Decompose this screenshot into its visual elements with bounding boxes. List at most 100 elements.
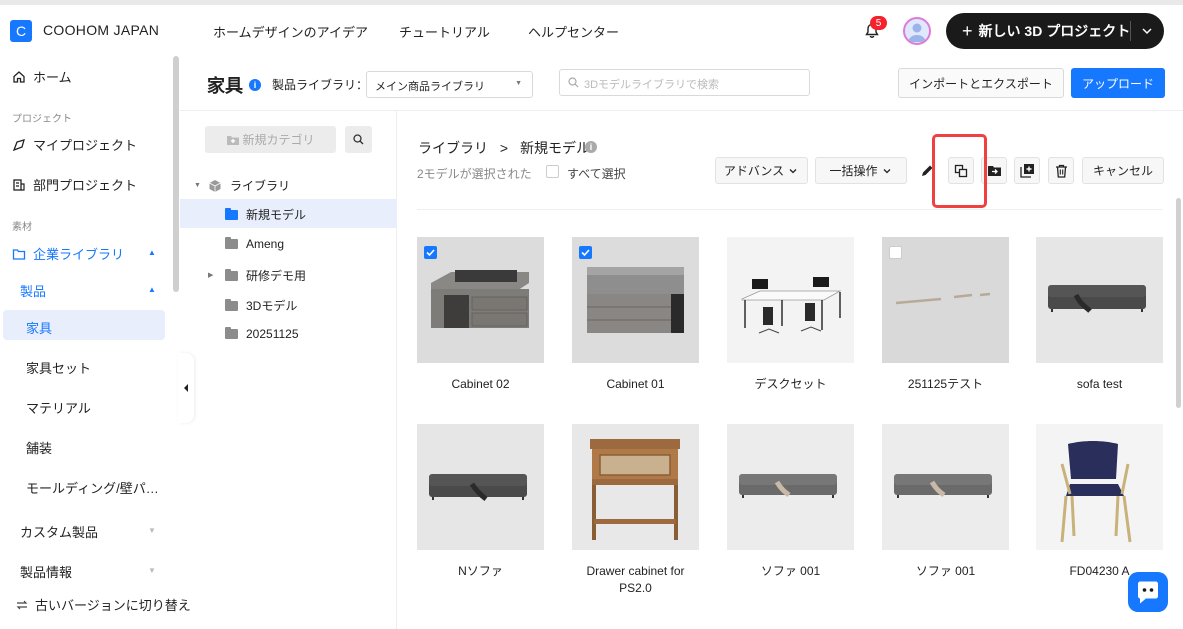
tree-item-new-model[interactable]: 新規モデル	[225, 206, 306, 223]
sidebar-item-products[interactable]: 製品	[20, 281, 46, 300]
model-checkbox[interactable]	[889, 246, 902, 259]
model-thumbnail[interactable]	[572, 237, 699, 363]
tree-item-ameng[interactable]: Ameng	[225, 237, 284, 251]
sidebar-item-dept-project[interactable]: 部門プロジェクト	[12, 175, 137, 194]
chat-support-button[interactable]	[1128, 572, 1168, 612]
sidebar-item-custom-products[interactable]: カスタム製品	[20, 522, 98, 541]
sidebar-item-product-info[interactable]: 製品情報	[20, 562, 72, 581]
model-name: ソファ 001	[915, 564, 976, 578]
sofa-image	[727, 424, 854, 550]
brand-name[interactable]: COOHOM JAPAN	[43, 22, 159, 38]
search-icon	[353, 134, 364, 145]
select-all-checkbox[interactable]	[546, 165, 559, 178]
main-scrollbar[interactable]	[1176, 198, 1181, 408]
tree-item-label: ライブラリ	[230, 179, 291, 193]
model-card[interactable]: デスクセット	[727, 237, 854, 393]
model-thumbnail[interactable]	[417, 237, 544, 363]
bulk-action-dropdown[interactable]: 一括操作	[815, 157, 907, 184]
add-button[interactable]	[1014, 157, 1040, 184]
compass-icon	[12, 138, 25, 151]
folder-icon	[225, 237, 238, 249]
search-icon	[568, 77, 579, 88]
switch-old-version-link[interactable]: 古いバージョンに切り替え	[16, 595, 191, 614]
model-thumbnail[interactable]	[1036, 424, 1163, 550]
model-card[interactable]: Cabinet 01	[572, 237, 699, 393]
tree-item-label: Ameng	[246, 237, 285, 251]
sidebar-item-enterprise-library[interactable]: 企業ライブラリ	[12, 244, 124, 263]
new-category-button[interactable]: 新規カテゴリ	[205, 126, 336, 153]
cancel-button[interactable]: キャンセル	[1082, 157, 1164, 184]
model-thumbnail[interactable]	[882, 237, 1009, 363]
select-all-label[interactable]: すべて選択	[567, 165, 626, 182]
section-label-project: プロジェクト	[12, 114, 72, 125]
model-card[interactable]: Drawer cabinet for PS2.0	[572, 424, 699, 597]
advanced-dropdown[interactable]: アドバンス	[715, 157, 808, 184]
model-card[interactable]: sofa test	[1036, 237, 1163, 393]
tree-item-label: 新規モデル	[246, 208, 307, 222]
info-icon[interactable]: i	[585, 141, 597, 153]
model-card[interactable]: Cabinet 02	[417, 237, 544, 393]
nav-design-ideas[interactable]: ホームデザインのアイデア	[213, 22, 368, 41]
info-icon[interactable]: i	[249, 79, 261, 91]
new-category-label: 新規カテゴリ	[242, 133, 315, 147]
bulk-action-label: 一括操作	[829, 164, 878, 178]
upload-button[interactable]: アップロード	[1071, 68, 1165, 98]
chevron-down-icon[interactable]	[1140, 24, 1154, 38]
sidebar-item-material[interactable]: マテリアル	[26, 398, 91, 417]
new-3d-project-button[interactable]: + 新しい 3D プロジェクト	[946, 13, 1164, 49]
model-card[interactable]: ソファ 001	[882, 424, 1009, 580]
chevron-down-icon	[883, 168, 890, 173]
collapse-sidebar-button[interactable]	[178, 353, 194, 423]
caret-down-icon[interactable]: ▼	[194, 182, 201, 189]
sidebar-item-molding[interactable]: モールディング/壁パ…	[26, 478, 159, 497]
caret-up-icon[interactable]: ▲	[148, 285, 156, 294]
sidebar-item-paving[interactable]: 舗装	[26, 438, 52, 457]
tree-item-training-demo[interactable]: 研修デモ用	[225, 267, 306, 284]
breadcrumb-current: 新規モデル	[519, 140, 590, 156]
model-checkbox-checked[interactable]	[579, 246, 592, 259]
model-search-input[interactable]: 3Dモデルライブラリで検索	[559, 69, 810, 96]
model-thumbnail[interactable]	[882, 424, 1009, 550]
model-thumbnail[interactable]	[727, 237, 854, 363]
caret-right-icon[interactable]: ▶	[208, 271, 213, 279]
caret-up-icon[interactable]: ▲	[148, 248, 156, 257]
highlight-box	[932, 134, 987, 208]
model-card[interactable]: ソファ 001	[727, 424, 854, 580]
delete-button[interactable]	[1048, 157, 1074, 184]
caret-down-icon[interactable]: ▼	[148, 526, 156, 535]
tree-item-3d-model[interactable]: 3Dモデル	[225, 297, 297, 314]
nav-help-center[interactable]: ヘルプセンター	[528, 22, 619, 41]
page-title: 家具	[207, 76, 243, 96]
model-name: デスクセット	[754, 377, 827, 391]
model-checkbox-checked[interactable]	[424, 246, 437, 259]
model-thumbnail[interactable]	[572, 424, 699, 550]
nav-tutorial[interactable]: チュートリアル	[399, 22, 490, 41]
caret-down-icon[interactable]: ▼	[148, 566, 156, 575]
category-search-button[interactable]	[345, 126, 372, 153]
avatar[interactable]	[903, 17, 931, 45]
model-thumbnail[interactable]	[417, 424, 544, 550]
sidebar-scrollbar[interactable]	[173, 56, 179, 292]
import-export-button[interactable]: インポートとエクスポート	[898, 68, 1064, 98]
sidebar-item-home[interactable]: ホーム	[12, 67, 72, 86]
model-card[interactable]: 251125テスト	[882, 237, 1009, 393]
tree-item-20251125[interactable]: 20251125	[225, 327, 299, 341]
model-thumbnail[interactable]	[1036, 237, 1163, 363]
model-card[interactable]: Nソファ	[417, 424, 544, 580]
add-box-icon	[1019, 164, 1034, 178]
sidebar-item-furniture-set[interactable]: 家具セット	[26, 358, 91, 377]
library-select[interactable]: メイン商品ライブラリ ▼	[366, 71, 533, 98]
sidebar-item-furniture[interactable]: 家具	[26, 318, 52, 337]
sidebar-item-my-project[interactable]: マイプロジェクト	[12, 135, 137, 154]
logo-icon[interactable]: C	[10, 20, 32, 42]
switch-old-version-label: 古いバージョンに切り替え	[35, 598, 191, 613]
library-select-value: メイン商品ライブラリ	[375, 81, 485, 93]
breadcrumb-root[interactable]: ライブラリ	[418, 140, 488, 156]
tree-item-library[interactable]: ライブラリ	[208, 177, 290, 194]
model-thumbnail[interactable]	[727, 424, 854, 550]
sidebar-item-label: 企業ライブラリ	[33, 247, 125, 262]
library-label: 製品ライブラリ：	[272, 78, 369, 92]
model-card[interactable]: FD04230 A	[1036, 424, 1163, 580]
model-name: Cabinet 02	[451, 377, 510, 391]
breadcrumb-separator: >	[499, 140, 509, 156]
